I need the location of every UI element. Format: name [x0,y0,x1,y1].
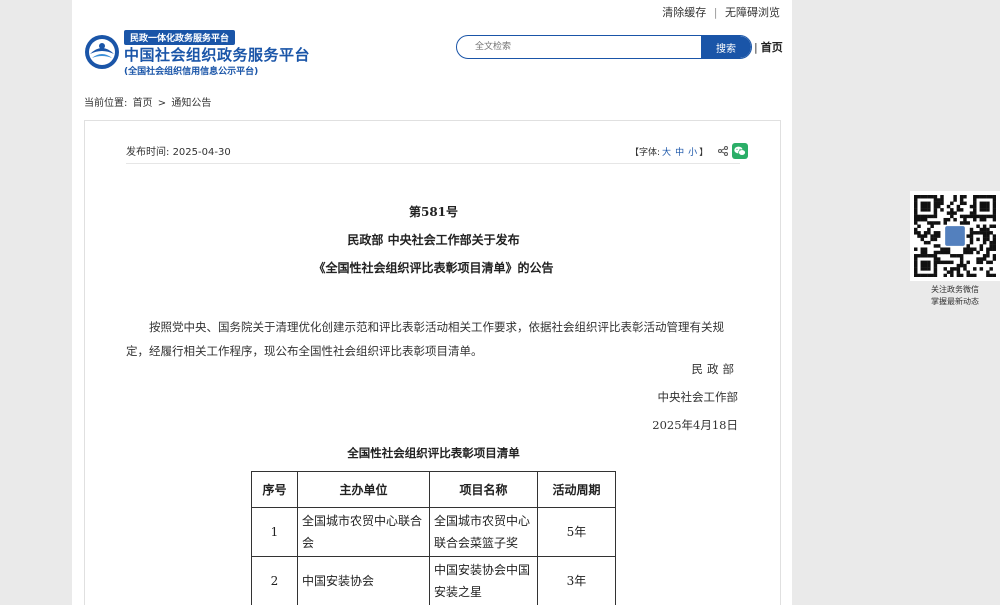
breadcrumb-home[interactable]: 首页 [133,98,153,109]
header-cycle: 活动周期 [537,471,616,508]
meta-divider [126,163,740,164]
logo-subtitle: (全国社会组织信用信息公示平台) [124,67,259,77]
cell-project: 全国城市农贸中心联合会菜篮子奖 [429,507,538,557]
cell-organizer: 全国城市农贸中心联合会 [297,507,430,557]
emblem-icon [85,35,119,69]
qr-caption-line1: 关注政务微信 [931,285,979,294]
cell-project: 中国安装协会中国安装之星 [429,556,538,605]
logo-tag: 民政一体化政务服务平台 [124,30,236,45]
cell-index: 2 [251,556,298,605]
publish-date: 2025-04-30 [172,147,231,158]
article-title-line1: 民政部 中央社会工作部关于发布 [347,233,520,247]
cell-organizer: 中国安装协会 [297,556,430,605]
wechat-qr-code [910,191,1000,281]
accessibility-link[interactable]: 无障碍浏览 [725,6,780,19]
publish-meta: 发布时间: 2025-04-30 [126,143,231,158]
article-title-line2: 《全国性社会组织评比表彰项目清单》的公告 [313,261,554,275]
logo-title: 中国社会组织政务服务平台 [124,46,311,64]
table-title: 全国性社会组织评比表彰项目清单 [347,446,520,460]
header-index: 序号 [251,471,298,508]
font-size-medium[interactable]: 中 [675,145,684,158]
signature-department: 中央社会工作部 [657,390,739,404]
share-icon[interactable] [718,146,729,156]
wechat-icon[interactable] [732,143,749,159]
table-row: 2 中国安装协会 中国安装协会中国安装之星 3年 [251,556,616,605]
table-row: 1 全国城市农贸中心联合会 全国城市农贸中心联合会菜篮子奖 5年 [251,507,616,557]
cell-cycle: 5年 [537,507,616,557]
home-nav-separator: | [754,41,758,54]
qr-widget: 关注政务微信 掌握最新动态 [910,191,1000,308]
font-size-small[interactable]: 小 [688,145,697,158]
signature-date: 2025年4月18日 [652,418,738,432]
signature-ministry: 民政部 [691,362,738,376]
announcement-number: 第581号 [408,205,459,219]
clear-cache-link[interactable]: 清除缓存 [662,6,706,19]
cell-cycle: 3年 [537,556,616,605]
home-nav-link[interactable]: 首页 [761,41,783,54]
publish-label: 发布时间: [126,147,170,158]
qr-caption: 关注政务微信 掌握最新动态 [910,284,1000,308]
top-links: 清除缓存 | 无障碍浏览 [662,4,780,20]
project-table: 序号 主办单位 项目名称 活动周期 1 全国城市农贸中心联合会 全国城市农贸中心… [251,471,616,605]
table-header-row: 序号 主办单位 项目名称 活动周期 [251,471,616,508]
breadcrumb: 当前位置: 首页 > 通知公告 [84,94,213,109]
breadcrumb-current[interactable]: 通知公告 [171,98,211,109]
search-input[interactable] [457,36,702,58]
top-links-separator: | [713,6,718,19]
breadcrumb-label: 当前位置: [84,98,128,109]
font-tools-close: 】 [699,147,709,158]
search-button[interactable]: 搜索 [701,36,751,58]
header-organizer: 主办单位 [297,471,430,508]
article-tools: 【字体: 大 中 小 】 [630,143,749,159]
page-container: 清除缓存 | 无障碍浏览 民政一体化政务服务平台 中国社会组织政务服务平台 (全… [72,0,792,605]
home-nav: | 首页 [754,39,783,55]
site-logo[interactable]: 民政一体化政务服务平台 中国社会组织政务服务平台 (全国社会组织信用信息公示平台… [84,28,314,80]
qr-caption-line2: 掌握最新动态 [931,297,979,306]
search-bar: 搜索 [456,35,752,59]
article-body: 按照党中央、国务院关于清理优化创建示范和评比表彰活动相关工作要求，依据社会组织评… [126,320,724,358]
font-size-large[interactable]: 大 [662,145,671,158]
breadcrumb-arrow: > [157,98,167,109]
font-tools-open: 【字体: [630,147,661,158]
header-project: 项目名称 [429,471,538,508]
article-panel: 发布时间: 2025-04-30 【字体: 大 中 小 】 第581号 民政部 … [84,120,781,605]
cell-index: 1 [251,507,298,557]
qr-code-icon [914,195,997,278]
